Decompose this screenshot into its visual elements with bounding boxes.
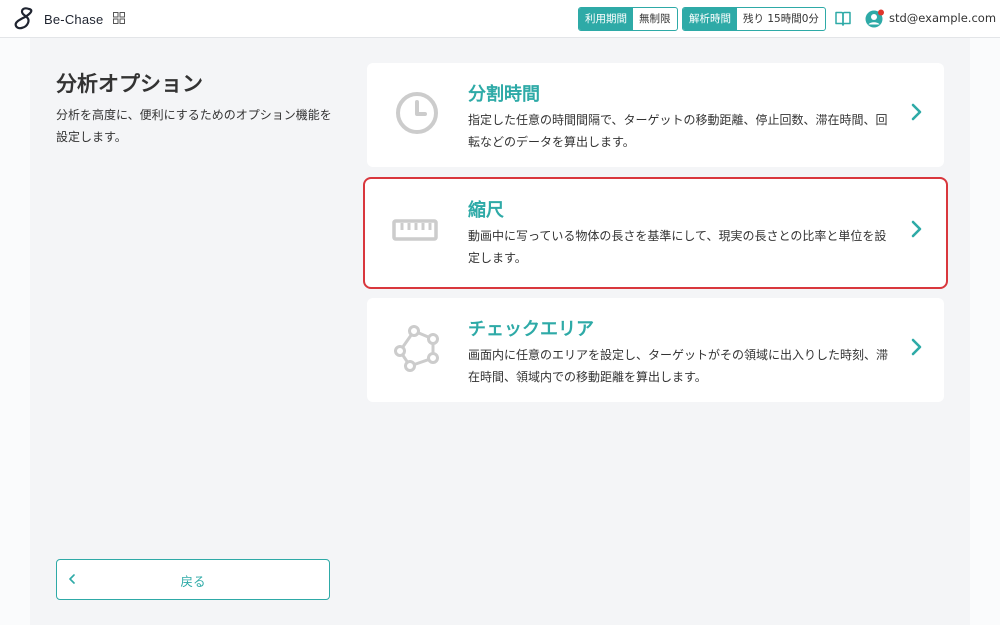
option-title: チェックエリア xyxy=(468,319,594,340)
chevron-right-icon xyxy=(911,103,922,121)
user-email[interactable]: std@example.com xyxy=(889,11,996,25)
ruler-icon xyxy=(392,219,438,241)
logo-text: Be-Chase xyxy=(44,11,104,27)
option-description: 指定した任意の時間間隔で、ターゲットの移動距離、停止回数、滞在時間、回転などのデ… xyxy=(468,113,888,149)
top-bar: Be-Chase 利用期間 無制限 解析時間 残り 15時間0分 std@exa… xyxy=(0,0,1000,38)
option-card-split-time[interactable]: 分割時間 指定した任意の時間間隔で、ターゲットの移動距離、停止回数、滞在時間、回… xyxy=(367,63,944,167)
usage-period-label: 利用期間 xyxy=(579,8,633,30)
option-card-check-area[interactable]: チェックエリア 画面内に任意のエリアを設定し、ターゲットがその領域に出入りした時… xyxy=(367,298,944,402)
option-title: 縮尺 xyxy=(468,200,504,221)
option-title: 分割時間 xyxy=(468,84,540,105)
user-avatar-icon[interactable] xyxy=(865,9,885,29)
option-description: 動画中に写っている物体の長さを基準にして、現実の長さとの比率と単位を設定します。 xyxy=(468,229,887,265)
chevron-right-icon xyxy=(911,220,922,238)
notification-dot-icon xyxy=(878,9,884,16)
option-description: 画面内に任意のエリアを設定し、ターゲットがその領域に出入りした時刻、滞在時間、領… xyxy=(468,348,889,384)
logo[interactable]: Be-Chase xyxy=(12,6,103,32)
manual-book-icon[interactable] xyxy=(835,11,851,26)
polygon-area-icon xyxy=(394,325,439,372)
analysis-time-value: 残り 15時間0分 xyxy=(743,13,819,25)
back-button[interactable]: 戻る xyxy=(56,559,330,600)
chevron-right-icon xyxy=(911,338,922,356)
page-title: 分析オプション xyxy=(56,72,203,96)
apps-grid-icon[interactable] xyxy=(113,12,125,24)
analysis-time-badge: 解析時間 残り 15時間0分 xyxy=(682,7,826,31)
analysis-time-label: 解析時間 xyxy=(683,8,737,30)
clock-icon xyxy=(396,92,438,134)
usage-period-value: 無制限 xyxy=(639,13,671,25)
page-description: 分析を高度に、便利にするためのオプション機能を設定します。 xyxy=(56,108,332,144)
option-card-scale[interactable]: 縮尺 動画中に写っている物体の長さを基準にして、現実の長さとの比率と単位を設定し… xyxy=(363,177,948,289)
logo-mark-icon xyxy=(14,7,33,30)
back-button-label: 戻る xyxy=(180,574,206,589)
usage-period-badge: 利用期間 無制限 xyxy=(578,7,678,31)
